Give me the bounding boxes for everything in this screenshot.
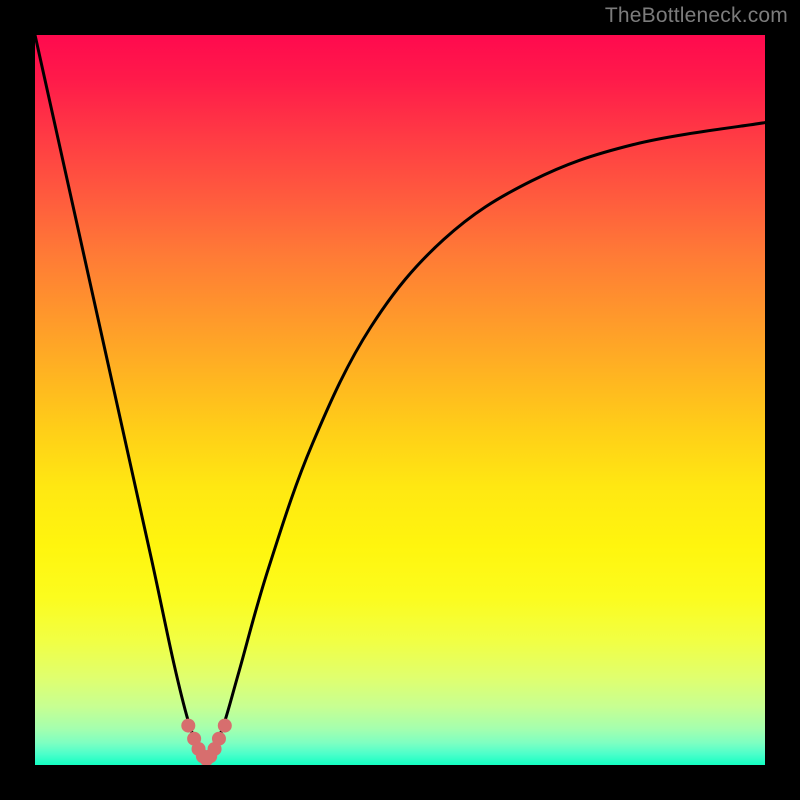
trough-marker-dot — [181, 719, 195, 733]
chart-svg — [35, 35, 765, 765]
plot-area — [35, 35, 765, 765]
trough-markers — [181, 719, 232, 765]
chart-frame: TheBottleneck.com — [0, 0, 800, 800]
bottleneck-curve — [35, 35, 765, 765]
trough-marker-dot — [212, 732, 226, 746]
trough-marker-dot — [218, 719, 232, 733]
watermark-text: TheBottleneck.com — [605, 4, 788, 28]
